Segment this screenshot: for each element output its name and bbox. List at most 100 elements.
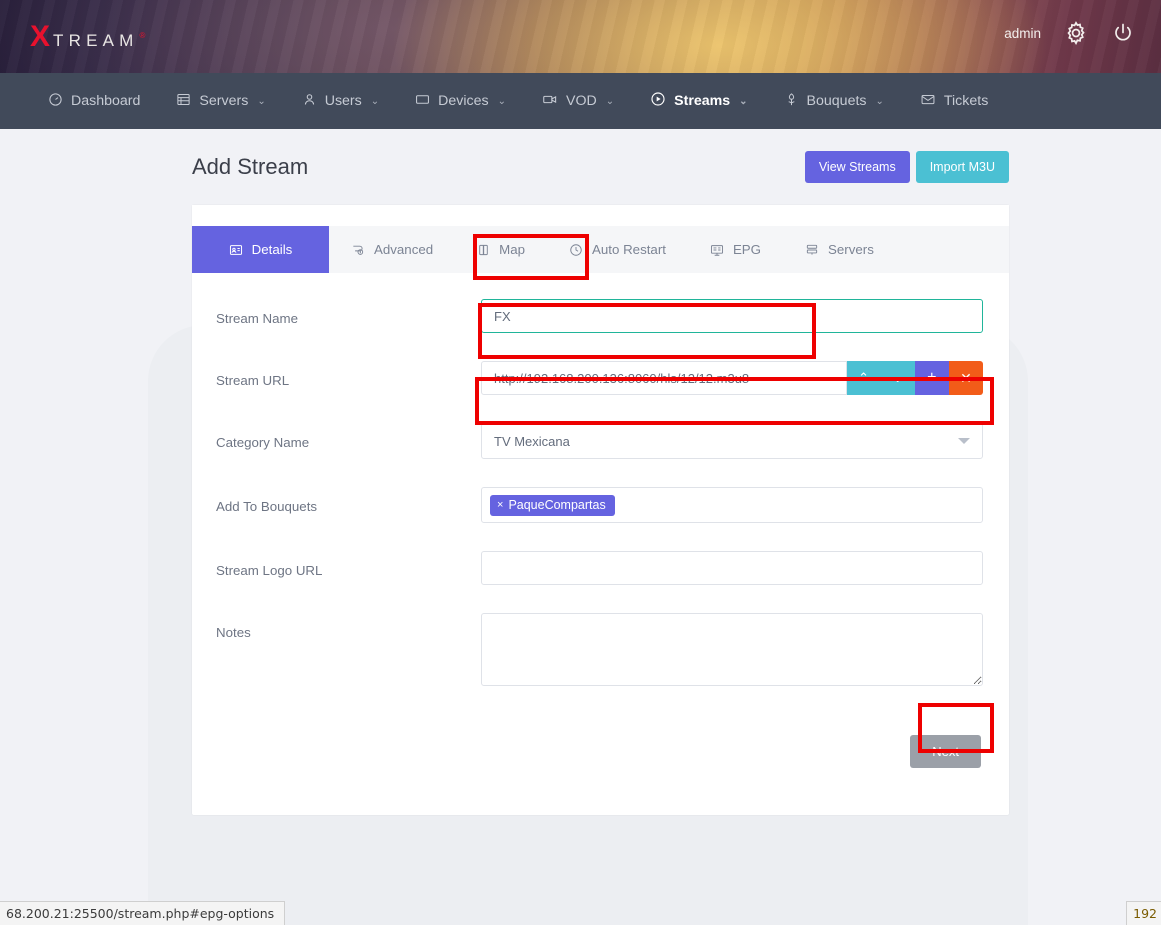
page-header-actions: View Streams Import M3U <box>805 151 1009 183</box>
nav-item-bouquets[interactable]: Bouquets ⌄ <box>766 73 902 129</box>
nav-label: Servers <box>199 93 248 109</box>
nav-label: Tickets <box>944 93 988 109</box>
nav-item-vod[interactable]: VOD ⌄ <box>524 73 632 129</box>
nav-label: Bouquets <box>807 93 867 109</box>
tab-details[interactable]: Details <box>192 226 329 273</box>
tab-advanced[interactable]: Advanced <box>329 226 455 273</box>
tab-label: EPG <box>733 242 761 257</box>
field-row-category-name: Category Name TV Mexicana <box>216 423 983 459</box>
add-to-bouquets-field[interactable]: × PaqueCompartas <box>481 487 983 523</box>
card-top-spacer <box>192 205 1009 226</box>
bouquet-icon <box>784 92 799 111</box>
nav-label: VOD <box>566 93 597 109</box>
nav-label: Devices <box>438 93 488 109</box>
add-stream-card: Details Advanced Map Auto Restart <box>192 205 1009 815</box>
category-name-value: TV Mexicana <box>494 434 570 449</box>
nav-label: Streams <box>674 93 730 109</box>
envelope-icon <box>920 92 936 111</box>
tab-auto-restart[interactable]: Auto Restart <box>547 226 688 273</box>
map-icon <box>477 243 490 257</box>
chevron-down-icon: ⌄ <box>498 96 506 107</box>
brand-logo-x: X <box>30 22 50 52</box>
tab-epg[interactable]: EPG <box>688 226 783 273</box>
tab-label: Auto Restart <box>592 242 666 257</box>
view-streams-button[interactable]: View Streams <box>805 151 910 183</box>
tab-servers[interactable]: Servers <box>783 226 896 273</box>
notes-textarea[interactable] <box>481 613 983 686</box>
category-name-label: Category Name <box>216 423 481 450</box>
stream-logo-url-label: Stream Logo URL <box>216 551 481 578</box>
tab-label: Map <box>499 242 525 257</box>
page-header-row: Add Stream View Streams Import M3U <box>0 129 1161 183</box>
next-button[interactable]: Next <box>910 735 981 768</box>
nav-item-dashboard[interactable]: Dashboard <box>30 73 158 129</box>
dashboard-icon <box>48 92 63 111</box>
bouquet-tag[interactable]: × PaqueCompartas <box>490 495 615 516</box>
advanced-gear-icon <box>351 243 365 257</box>
chevron-down-icon: ⌄ <box>257 96 265 107</box>
app-header: X TREAM ® admin <box>0 0 1161 73</box>
stream-url-move-down-button[interactable]: ⌄ <box>881 361 915 395</box>
servers-icon <box>176 92 191 111</box>
device-icon <box>415 92 430 111</box>
play-circle-icon <box>650 91 666 111</box>
bouquet-tag-label: PaqueCompartas <box>508 498 605 512</box>
field-row-add-to-bouquets: Add To Bouquets × PaqueCompartas <box>216 487 983 523</box>
field-row-stream-url: Stream URL ⌃ ⌄ + ✕ <box>216 361 983 395</box>
brand-logo[interactable]: X TREAM ® <box>30 22 145 52</box>
main-navigation: Dashboard Servers ⌄ Users ⌄ Devices ⌄ VO… <box>0 73 1161 129</box>
user-icon <box>302 92 317 111</box>
current-username: admin <box>1004 26 1041 41</box>
stream-name-input[interactable] <box>481 299 983 333</box>
notes-label: Notes <box>216 613 481 640</box>
field-row-stream-logo-url: Stream Logo URL <box>216 551 983 585</box>
tab-map[interactable]: Map <box>455 226 547 273</box>
stream-logo-url-input[interactable] <box>481 551 983 585</box>
page-title: Add Stream <box>192 154 308 180</box>
power-icon[interactable] <box>1111 21 1135 45</box>
stream-url-add-button[interactable]: + <box>915 361 949 395</box>
video-icon <box>542 92 558 111</box>
nav-label: Dashboard <box>71 93 140 109</box>
epg-screen-icon <box>710 243 724 257</box>
field-row-stream-name: Stream Name <box>216 299 983 333</box>
tab-label: Servers <box>828 242 874 257</box>
nav-item-tickets[interactable]: Tickets <box>902 73 1006 129</box>
nav-item-servers[interactable]: Servers ⌄ <box>158 73 283 129</box>
nav-item-users[interactable]: Users ⌄ <box>284 73 397 129</box>
server-stack-icon <box>805 243 819 257</box>
form-tabs: Details Advanced Map Auto Restart <box>192 226 1009 273</box>
brand-logo-trademark: ® <box>140 32 146 40</box>
stream-url-move-up-button[interactable]: ⌃ <box>847 361 881 395</box>
chevron-down-icon <box>958 438 970 444</box>
browser-status-url: 68.200.21:25500/stream.php#epg-options <box>0 901 285 925</box>
nav-label: Users <box>325 93 362 109</box>
chevron-down-icon: ⌄ <box>876 96 884 107</box>
stream-url-remove-button[interactable]: ✕ <box>949 361 983 395</box>
stream-url-input[interactable] <box>481 361 847 395</box>
close-icon[interactable]: × <box>497 499 503 511</box>
category-name-select[interactable]: TV Mexicana <box>481 423 983 459</box>
stream-name-label: Stream Name <box>216 299 481 326</box>
tab-label: Details <box>252 242 293 257</box>
stream-url-group: ⌃ ⌄ + ✕ <box>481 361 983 395</box>
details-card-icon <box>229 243 243 257</box>
chevron-down-icon: ⌄ <box>739 96 747 107</box>
browser-corner-chip: 192 <box>1126 901 1161 925</box>
brand-logo-text: TREAM <box>53 32 139 49</box>
form-footer-actions: Next <box>192 719 1009 796</box>
gear-icon[interactable] <box>1063 20 1089 46</box>
add-stream-form: Stream Name Stream URL ⌃ ⌄ + ✕ <box>192 273 1009 691</box>
add-to-bouquets-label: Add To Bouquets <box>216 487 481 514</box>
stream-url-label: Stream URL <box>216 361 481 388</box>
import-m3u-button[interactable]: Import M3U <box>916 151 1009 183</box>
nav-item-streams[interactable]: Streams ⌄ <box>632 73 765 129</box>
field-row-notes: Notes <box>216 613 983 691</box>
header-right-controls: admin <box>1004 20 1135 46</box>
chevron-down-icon: ⌄ <box>371 96 379 107</box>
clock-icon <box>569 243 583 257</box>
page-body: Add Stream View Streams Import M3U Detai… <box>0 129 1161 925</box>
tab-label: Advanced <box>374 242 433 257</box>
chevron-down-icon: ⌄ <box>606 96 614 107</box>
nav-item-devices[interactable]: Devices ⌄ <box>397 73 524 129</box>
